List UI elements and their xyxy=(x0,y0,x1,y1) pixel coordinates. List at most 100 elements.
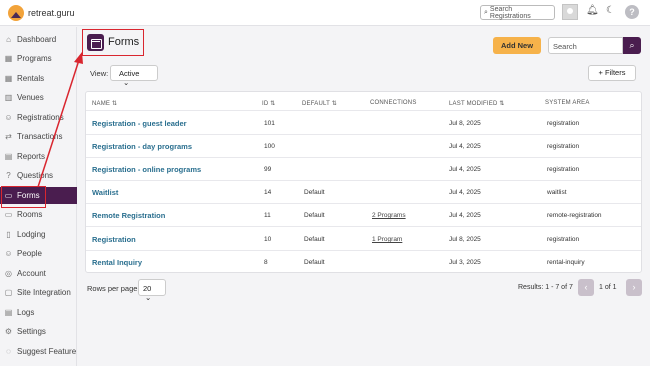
next-page-button[interactable]: › xyxy=(626,279,642,296)
search-icon: ⌕ xyxy=(484,8,488,16)
form-connections-link[interactable]: 2 Programs xyxy=(372,212,406,219)
bed-icon: ▭ xyxy=(4,210,13,219)
sidebar-item-reports[interactable]: ▤ Reports xyxy=(0,148,77,165)
logo[interactable]: retreat.guru xyxy=(8,5,75,21)
divider xyxy=(86,157,641,158)
add-new-button[interactable]: Add New xyxy=(493,37,541,54)
form-default: Default xyxy=(304,212,325,219)
filters-label: Filters xyxy=(605,68,626,77)
sidebar-item-questions[interactable]: ? Questions xyxy=(0,167,77,184)
sidebar-item-programs[interactable]: ▦ Programs xyxy=(0,50,77,67)
sidebar-item-label: Rentals xyxy=(17,74,45,83)
account-icon: ◎ xyxy=(5,269,12,278)
form-name-link[interactable]: Registration - guest leader xyxy=(92,119,187,128)
logo-text: retreat.guru xyxy=(28,8,75,18)
form-system-area: registration xyxy=(547,143,580,150)
help-icon[interactable]: ? xyxy=(625,5,639,19)
form-system-area: rental-inquiry xyxy=(547,259,585,266)
sidebar-item-account[interactable]: ◎ Account xyxy=(0,265,77,282)
sidebar-item-venues[interactable]: ▥ Venues xyxy=(0,89,77,106)
bulb-icon: ◌ xyxy=(6,347,11,356)
sidebar-item-label: Questions xyxy=(17,171,54,180)
column-header-id[interactable]: ID ⇅ xyxy=(262,100,276,107)
form-name-link[interactable]: Registration - online programs xyxy=(92,165,201,174)
forms-table: NAME ⇅ ID ⇅ DEFAULT ⇅ CONNECTIONS LAST M… xyxy=(85,91,642,273)
sidebar-item-registrations[interactable]: ☺ Registrations xyxy=(0,109,77,126)
sidebar-item-label: Reports xyxy=(17,152,46,161)
sidebar-item-label: People xyxy=(17,249,42,258)
sidebar-item-label: Registrations xyxy=(17,113,64,122)
sidebar-item-suggest-feature[interactable]: ◌ Suggest Feature xyxy=(0,343,77,360)
form-name-link[interactable]: Remote Registration xyxy=(92,211,165,220)
chevron-left-icon: ‹ xyxy=(584,282,588,292)
column-header-default[interactable]: DEFAULT ⇅ xyxy=(302,100,337,107)
divider xyxy=(86,134,641,135)
form-id: 11 xyxy=(264,212,271,219)
form-last-modified: Jul 8, 2025 xyxy=(449,236,481,243)
page-indicator: 1 of 1 xyxy=(599,284,617,291)
column-header-connections: CONNECTIONS xyxy=(370,100,417,106)
divider xyxy=(86,250,641,251)
calendar-icon: ▦ xyxy=(4,74,13,83)
bell-icon[interactable]: 🔔︎ xyxy=(586,5,599,16)
moon-icon[interactable]: ☾ xyxy=(606,5,615,16)
form-name-link[interactable]: Waitlist xyxy=(92,188,118,197)
chevron-down-icon: ⌄ xyxy=(145,293,152,302)
sidebar-item-label: Rooms xyxy=(17,210,43,219)
sidebar-item-label: Account xyxy=(17,269,46,278)
logs-icon: ▤ xyxy=(4,308,13,317)
sidebar-item-people[interactable]: ☺ People xyxy=(0,245,77,262)
sidebar-item-label: Transactions xyxy=(17,132,63,141)
search-input[interactable]: Search xyxy=(548,37,623,54)
sidebar-item-settings[interactable]: ⚙ Settings xyxy=(0,323,77,340)
form-last-modified: Jul 4, 2025 xyxy=(449,143,481,150)
sidebar-item-logs[interactable]: ▤ Logs xyxy=(0,304,77,321)
form-system-area: remote-registration xyxy=(547,212,602,219)
page-title: Forms xyxy=(108,36,140,48)
rows-per-page-select[interactable]: 20 ⌄ xyxy=(138,279,166,302)
form-default: Default xyxy=(304,189,325,196)
column-header-last-modified[interactable]: LAST MODIFIED ⇅ xyxy=(449,100,505,107)
view-select[interactable]: Active ⌄ xyxy=(110,65,158,87)
sidebar-item-label: Lodging xyxy=(17,230,46,239)
form-name-link[interactable]: Registration xyxy=(92,235,136,244)
exchange-icon: ⇄ xyxy=(5,132,12,141)
lodging-icon: ▯ xyxy=(6,230,11,239)
sidebar-item-dashboard[interactable]: ⌂ Dashboard xyxy=(0,31,77,48)
sidebar-item-lodging[interactable]: ▯ Lodging xyxy=(0,226,77,243)
sort-icon: ⇅ xyxy=(112,101,118,107)
question-icon: ? xyxy=(6,171,11,180)
form-connections-link[interactable]: 1 Program xyxy=(372,236,402,243)
filters-button[interactable]: + Filters xyxy=(588,65,636,81)
form-id: 14 xyxy=(264,189,272,196)
sidebar-item-label: Programs xyxy=(17,54,52,63)
users-icon: ☺ xyxy=(4,113,13,122)
sort-icon: ⇅ xyxy=(499,101,505,107)
registrations-search-input[interactable]: ⌕ Search Registrations xyxy=(480,5,555,20)
results-count: Results: 1 - 7 of 7 xyxy=(518,284,573,291)
divider xyxy=(86,226,641,227)
sidebar-item-transactions[interactable]: ⇄ Transactions xyxy=(0,128,77,145)
forms-nav-highlight xyxy=(1,186,46,208)
sidebar-item-rooms[interactable]: ▭ Rooms xyxy=(0,206,77,223)
form-id: 101 xyxy=(264,120,275,127)
chart-icon: ▤ xyxy=(4,152,13,161)
form-system-area: registration xyxy=(547,236,580,243)
avatar[interactable] xyxy=(562,4,578,20)
sidebar-item-label: Settings xyxy=(17,327,46,336)
sidebar-item-label: Logs xyxy=(17,308,35,317)
form-name-link[interactable]: Rental Inquiry xyxy=(92,258,142,267)
sidebar-item-site-integration[interactable]: ▢ Site Integration xyxy=(0,284,77,301)
home-icon: ⌂ xyxy=(6,35,11,44)
form-name-link[interactable]: Registration - day programs xyxy=(92,142,192,151)
divider xyxy=(86,110,641,111)
form-system-area: waitlist xyxy=(547,189,567,196)
form-id: 10 xyxy=(264,236,272,243)
search-icon: ⌕ xyxy=(629,40,635,50)
column-header-name[interactable]: NAME ⇅ xyxy=(92,100,117,107)
search-button[interactable]: ⌕ xyxy=(623,37,641,54)
integration-icon: ▢ xyxy=(4,288,13,297)
form-id: 8 xyxy=(264,259,268,266)
sidebar-item-rentals[interactable]: ▦ Rentals xyxy=(0,70,77,87)
previous-page-button[interactable]: ‹ xyxy=(578,279,594,296)
